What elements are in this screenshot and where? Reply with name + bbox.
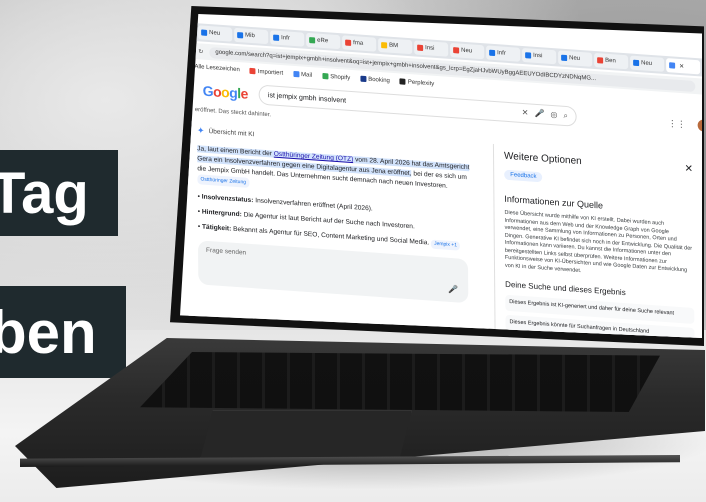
bookmark-item[interactable]: Perplexity <box>399 78 434 87</box>
lens-icon[interactable]: ◎ <box>550 110 557 120</box>
info-text: Diese Übersicht wurde mithilfe von KI er… <box>504 209 693 274</box>
browser-tab[interactable]: fma <box>342 35 377 52</box>
tab-favicon-icon <box>633 59 640 67</box>
bookmark-item[interactable]: Mail <box>293 70 312 79</box>
result-snippet: eröffnet. Das steckt dahinter. <box>194 107 272 119</box>
browser-tab[interactable]: Neu <box>450 42 485 60</box>
source-chip[interactable]: Ostthüringer Zeitung <box>197 174 250 188</box>
tab-favicon-icon <box>417 44 424 52</box>
shopify-icon <box>322 72 329 80</box>
ai-overview-panel: ✦ Übersicht mit KI Ja, laut einem Berich… <box>186 120 489 338</box>
close-icon[interactable]: ✕ <box>685 163 693 175</box>
ask-followup-input[interactable]: Frage senden 🎤 <box>197 240 469 304</box>
tab-favicon-icon <box>597 57 604 64</box>
feedback-button[interactable]: Feedback <box>504 169 543 183</box>
google-logo[interactable]: Google <box>203 83 248 102</box>
tab-favicon-icon <box>489 49 496 57</box>
browser-tab[interactable]: Neu <box>630 55 665 72</box>
mail-icon <box>293 70 300 78</box>
tab-favicon-icon <box>381 42 388 49</box>
mic-icon[interactable]: 🎤 <box>448 285 458 295</box>
tab-favicon-icon <box>201 29 208 36</box>
browser-tab[interactable]: Neu <box>198 25 233 42</box>
tab-favicon-icon <box>309 37 316 44</box>
browser-tab[interactable]: Mib <box>234 27 269 45</box>
bookmark-item[interactable]: Alle Lesezeichen <box>194 64 239 73</box>
tab-favicon-icon <box>453 47 460 54</box>
browser-tab[interactable]: BM <box>378 37 413 55</box>
browser-tab[interactable]: eRe <box>306 32 341 50</box>
bookmark-item[interactable]: Booking <box>360 75 390 84</box>
google-favicon-icon <box>669 62 676 69</box>
laptop-trackpad <box>200 410 412 460</box>
tab-favicon-icon <box>561 54 568 62</box>
clear-icon[interactable]: ✕ <box>522 108 529 118</box>
perplexity-icon <box>399 78 406 85</box>
source-chip[interactable]: Jempix +1 <box>431 239 461 251</box>
tab-favicon-icon <box>237 31 244 39</box>
bookmark-icon <box>249 67 256 75</box>
laptop-screen: Neu Mib Infr eRe fma BM Insi Neu Infr In… <box>180 14 702 338</box>
browser-tab[interactable]: Infr <box>270 30 305 47</box>
more-options-panel: Weitere Optionen ✕ Feedback Informatione… <box>492 143 702 338</box>
bookmark-item[interactable]: Shopify <box>322 72 350 81</box>
browser-window: Neu Mib Infr eRe fma BM Insi Neu Infr In… <box>180 14 702 338</box>
mic-icon[interactable]: 🎤 <box>534 109 544 120</box>
browser-tab[interactable]: Neu <box>558 50 593 67</box>
tab-favicon-icon <box>345 39 352 46</box>
close-tab-icon[interactable]: ✕ <box>679 62 684 69</box>
laptop-keyboard <box>140 352 660 412</box>
browser-tab[interactable]: Insi <box>414 40 449 57</box>
search-icon[interactable]: ⌕ <box>563 111 568 121</box>
browser-tab-active[interactable]: ✕ <box>666 58 701 75</box>
browser-tab[interactable]: Infr <box>486 45 521 62</box>
browser-tab[interactable]: Ben <box>594 52 629 70</box>
avatar[interactable] <box>697 119 702 133</box>
reload-icon[interactable]: ↻ <box>198 48 203 55</box>
booking-icon <box>360 75 367 82</box>
bookmark-item[interactable]: Importiert <box>249 67 283 77</box>
overlay-text-line-1: Tag <box>0 150 118 236</box>
overlay-text-line-2: ben <box>0 286 126 378</box>
sparkle-icon: ✦ <box>196 125 205 136</box>
tab-favicon-icon <box>273 34 280 41</box>
tab-favicon-icon <box>525 52 532 59</box>
apps-grid-icon[interactable]: ⋮⋮ <box>668 118 686 130</box>
browser-tab[interactable]: Insi <box>522 47 557 65</box>
